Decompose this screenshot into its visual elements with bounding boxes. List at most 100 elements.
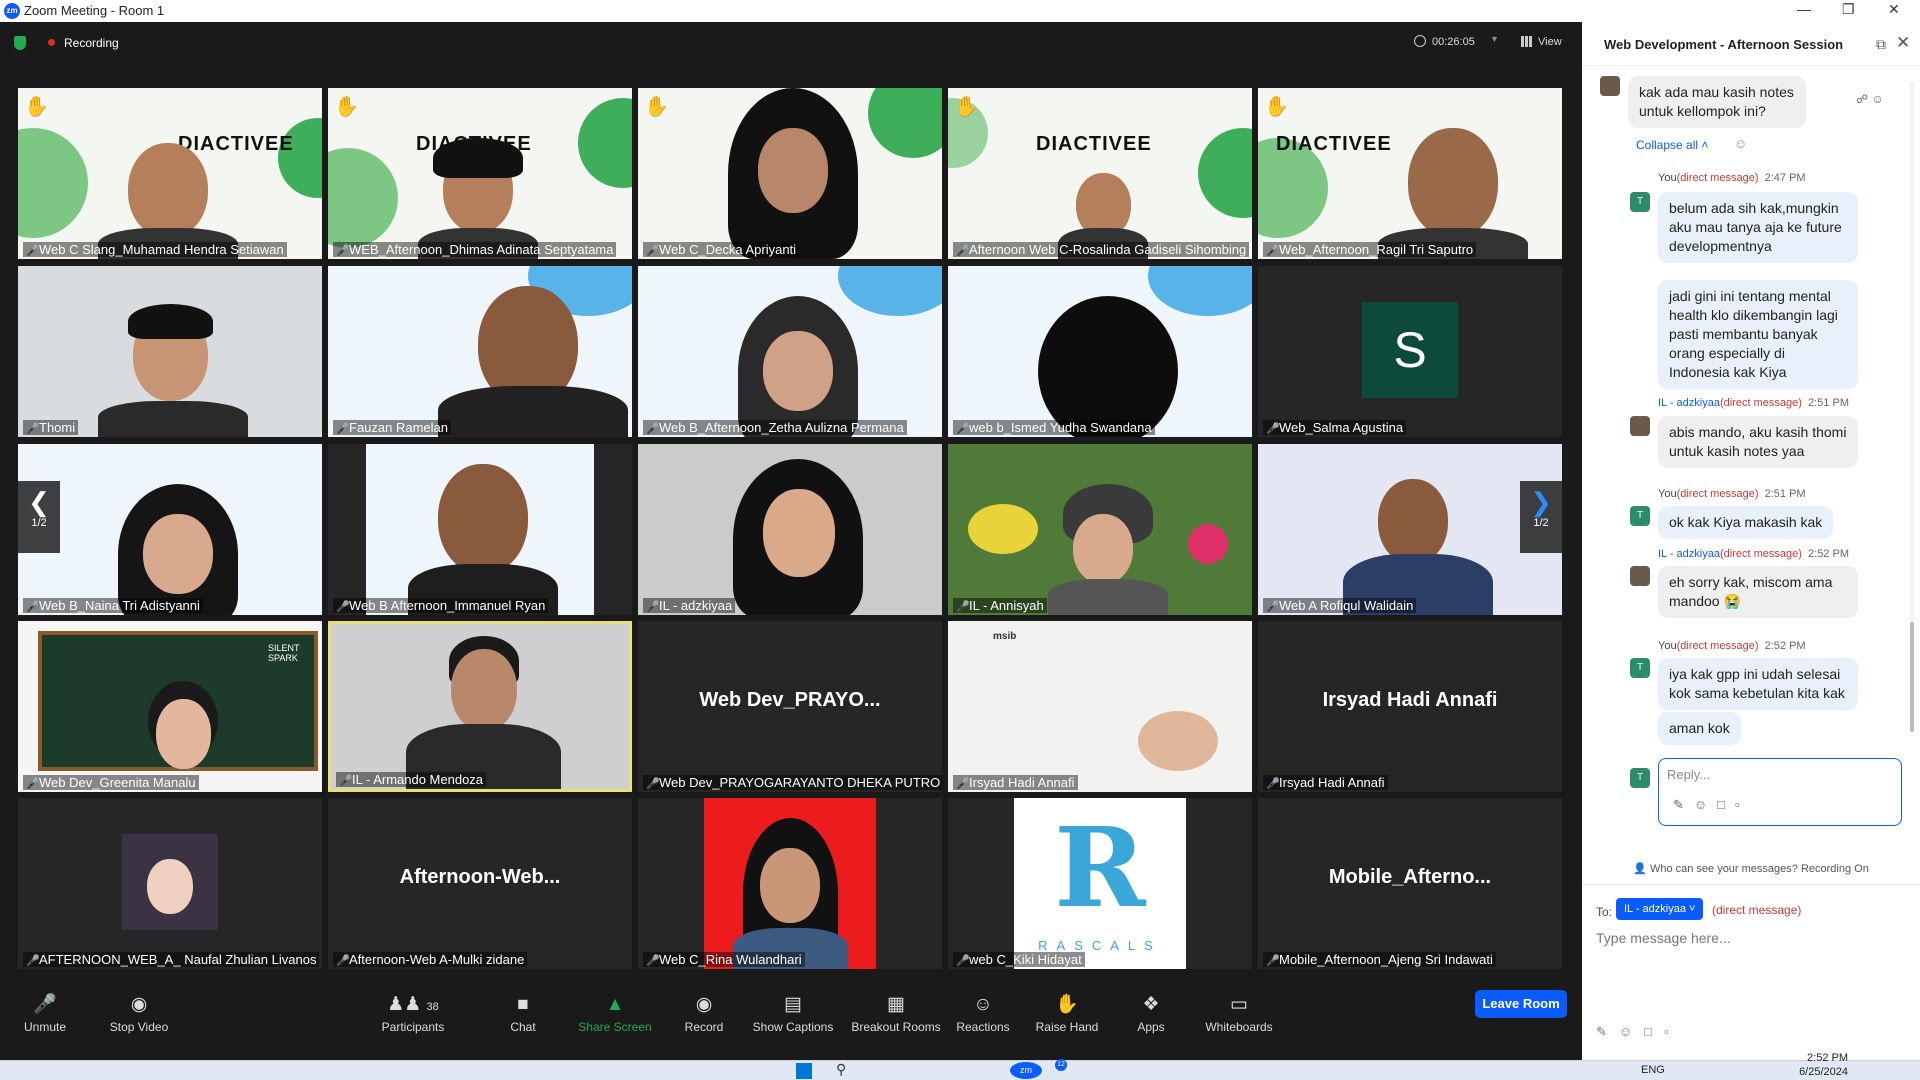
clock-icon bbox=[1414, 35, 1426, 47]
message-meta: IL - adzkiyaa(direct message) 2:51 PM bbox=[1658, 397, 1849, 409]
video-tile[interactable]: Irsyad Hadi Annafi 🎤Irsyad Hadi Annafi bbox=[1258, 621, 1562, 792]
add-reaction-icon[interactable]: ☺ bbox=[1734, 136, 1747, 151]
muted-mic-icon: 🎤 bbox=[1266, 778, 1280, 790]
collapse-all-link[interactable]: Collapse all ˄ bbox=[1636, 138, 1708, 152]
reply-icon[interactable]: ☍ ☺ bbox=[1856, 92, 1884, 106]
video-tile[interactable]: DIACTIVEE ✋ 🎤Web C Slang_Muhamad Hendra … bbox=[18, 88, 322, 259]
reply-format-tools[interactable]: ✎☺□▫ bbox=[1673, 797, 1750, 813]
recipient-select[interactable]: IL - adzkiyaa ˅ bbox=[1616, 898, 1704, 920]
unmute-button[interactable]: 🎤 Unmute bbox=[0, 988, 90, 1034]
muted-mic-icon: 🎤 bbox=[956, 423, 970, 435]
video-tile[interactable]: DIACTIVEE ✋ 🎤WEB_Afternoon_Dhimas Adinat… bbox=[328, 88, 632, 259]
video-tile[interactable]: 🎤Web C_Rina Wulandhari bbox=[638, 798, 942, 969]
video-tile[interactable]: 🎤Web B Afternoon_Immanuel Ryan bbox=[328, 444, 632, 615]
participant-name: 🎤AFTERNOON_WEB_A_ Naufal Zhulian Livanos bbox=[23, 952, 320, 967]
raised-hand-icon: ✋ bbox=[644, 96, 669, 118]
view-button[interactable]: View bbox=[1538, 36, 1562, 48]
leave-room-button[interactable]: Leave Room bbox=[1475, 990, 1567, 1018]
video-tile[interactable]: Mobile_Afterno... 🎤Mobile_Afternoon_Ajen… bbox=[1258, 798, 1562, 969]
visibility-info[interactable]: 👤 Who can see your messages? Recording O… bbox=[1582, 862, 1920, 875]
participant-name: 🎤Irsyad Hadi Annafi bbox=[953, 775, 1078, 790]
whiteboards-button[interactable]: ▭ Whiteboards bbox=[1194, 988, 1284, 1034]
compose-tools[interactable]: ✎☺□▫ bbox=[1596, 1024, 1681, 1040]
video-tile[interactable]: 🎤Web B_Afternoon_Zetha Aulizna Permana bbox=[638, 266, 942, 437]
language-indicator[interactable]: ENG bbox=[1641, 1064, 1665, 1076]
video-tile[interactable]: 🎤IL - Annisyah bbox=[948, 444, 1252, 615]
chat-message: aman kok bbox=[1658, 712, 1741, 745]
video-tile[interactable]: DIACTIVEE ✋ 🎤Afternoon Web C-Rosalinda G… bbox=[948, 88, 1252, 259]
video-tile[interactable]: Web Dev_PRAYO... 🎤Web Dev_PRAYOGARAYANTO… bbox=[638, 621, 942, 792]
video-tile[interactable]: 🎤web b_Ismed Yudha Swandana bbox=[948, 266, 1252, 437]
close-chat-icon[interactable]: ✕ bbox=[1896, 33, 1910, 53]
chat-panel: Web Development - Afternoon Session ⧉ ✕ … bbox=[1582, 22, 1920, 1060]
restore-icon[interactable]: ❐ bbox=[1842, 1, 1855, 18]
direct-message-label: (direct message) bbox=[1712, 903, 1802, 917]
participant-name: 🎤Irsyad Hadi Annafi bbox=[1263, 775, 1388, 790]
raised-hand-icon: ✋ bbox=[1264, 96, 1289, 118]
video-tile[interactable]: SILENT SPARK 🎤Web Dev_Greenita Manalu bbox=[18, 621, 322, 792]
participant-display-name: Web Dev_PRAYO... bbox=[699, 689, 881, 711]
chat-bubble-icon: ■ bbox=[517, 994, 529, 1015]
chat-message: ok kak Kiya makasih kak bbox=[1658, 506, 1834, 539]
record-button[interactable]: ◉ Record bbox=[659, 988, 749, 1034]
zoom-taskbar-icon[interactable]: zm bbox=[1010, 1062, 1042, 1079]
breakout-rooms-button[interactable]: ▦ Breakout Rooms bbox=[846, 988, 946, 1034]
video-tile[interactable]: R RASCALS 🎤web C_Kiki Hidayat bbox=[948, 798, 1252, 969]
video-tile[interactable]: 🎤Web B_Naina Tri Adistyanni bbox=[18, 444, 322, 615]
window-title: Zoom Meeting - Room 1 bbox=[24, 3, 165, 18]
show-captions-button[interactable]: ▤ Show Captions bbox=[748, 988, 838, 1034]
video-tile[interactable]: S 🎤Web_Salma Agustina bbox=[1258, 266, 1562, 437]
page-indicator: 1/2 bbox=[1533, 517, 1549, 529]
message-meta: IL - adzkiyaa(direct message) 2:52 PM bbox=[1658, 548, 1849, 560]
message-input[interactable]: Type message here... bbox=[1596, 930, 1731, 946]
muted-mic-icon: 🎤 bbox=[646, 601, 660, 613]
video-tile[interactable]: 🎤AFTERNOON_WEB_A_ Naufal Zhulian Livanos bbox=[18, 798, 322, 969]
video-tile[interactable]: 🎤IL - adzkiyaa bbox=[638, 444, 942, 615]
participant-display-name: Mobile_Afterno... bbox=[1328, 866, 1492, 888]
muted-mic-icon: 🎤 bbox=[26, 601, 40, 613]
apps-button[interactable]: ❖ Apps bbox=[1106, 988, 1196, 1034]
avatar bbox=[1630, 416, 1650, 436]
chat-button[interactable]: ■ Chat bbox=[478, 988, 568, 1034]
prev-page-button[interactable]: ❮ 1/2 bbox=[18, 481, 60, 553]
grid-view-icon[interactable] bbox=[1521, 36, 1532, 47]
next-page-button[interactable]: ❯ 1/2 bbox=[1520, 481, 1562, 553]
participants-button[interactable]: ♟♟ 38 Participants bbox=[368, 988, 458, 1034]
raise-hand-button[interactable]: ✋ Raise Hand bbox=[1022, 988, 1112, 1034]
video-tile[interactable]: ✋ 🎤Web C_Decka Apriyanti bbox=[638, 88, 942, 259]
clock-date[interactable]: 6/25/2024 bbox=[1780, 1066, 1848, 1078]
search-icon[interactable]: ⚲ bbox=[836, 1061, 846, 1078]
stop-video-button[interactable]: ◉ Stop Video bbox=[94, 988, 184, 1034]
video-tile[interactable]: msib 🎤Irsyad Hadi Annafi bbox=[948, 621, 1252, 792]
video-tile[interactable]: Afternoon-Web... 🎤Afternoon-Web A-Mulki … bbox=[328, 798, 632, 969]
participant-name: 🎤Web C_Decka Apriyanti bbox=[643, 242, 800, 257]
reply-input[interactable]: Reply... ✎☺□▫ bbox=[1658, 758, 1902, 826]
diactivee-logo-text: DIACTIVEE bbox=[1276, 133, 1392, 155]
participant-name: 🎤Web B_Naina Tri Adistyanni bbox=[23, 598, 203, 613]
video-tile[interactable]: 🎤Thomi bbox=[18, 266, 322, 437]
popout-icon[interactable]: ⧉ bbox=[1876, 36, 1886, 53]
video-tile[interactable]: 🎤Fauzan Ramelan bbox=[328, 266, 632, 437]
chevron-right-icon: ❯ bbox=[1530, 487, 1552, 517]
share-screen-button[interactable]: ▲ Share Screen bbox=[570, 988, 660, 1034]
participant-name: 🎤web C_Kiki Hidayat bbox=[953, 952, 1085, 967]
minimize-icon[interactable]: — bbox=[1797, 1, 1811, 17]
timer-dropdown-icon[interactable]: ▼ bbox=[1490, 34, 1499, 44]
meeting-timer: 00:26:05 bbox=[1432, 36, 1475, 48]
reactions-button[interactable]: ☺ Reactions bbox=[938, 988, 1028, 1034]
video-tile-active-speaker[interactable]: 🎤IL - Armando Mendoza bbox=[328, 621, 632, 792]
recording-label[interactable]: Recording bbox=[64, 36, 119, 50]
clock-time[interactable]: 2:52 PM bbox=[1796, 1052, 1848, 1064]
muted-mic-icon: 🎤 bbox=[646, 245, 660, 257]
muted-mic-icon: 🎤 bbox=[956, 955, 970, 967]
video-tile[interactable]: 🎤Web A Rofiqul Walidain bbox=[1258, 444, 1562, 615]
chat-scrollbar[interactable] bbox=[1910, 82, 1914, 732]
participant-name: 🎤Web_Salma Agustina bbox=[1263, 420, 1407, 435]
encryption-shield-icon[interactable] bbox=[14, 36, 26, 50]
close-window-icon[interactable]: ✕ bbox=[1888, 1, 1900, 18]
windows-start-icon[interactable] bbox=[796, 1063, 812, 1079]
rascals-logo-text: RASCALS bbox=[1038, 938, 1162, 953]
participant-avatar: S bbox=[1362, 302, 1458, 398]
muted-mic-icon: 🎤 bbox=[646, 955, 660, 967]
video-tile[interactable]: DIACTIVEE ✋ 🎤Web_Afternoon_Ragil Tri Sap… bbox=[1258, 88, 1562, 259]
